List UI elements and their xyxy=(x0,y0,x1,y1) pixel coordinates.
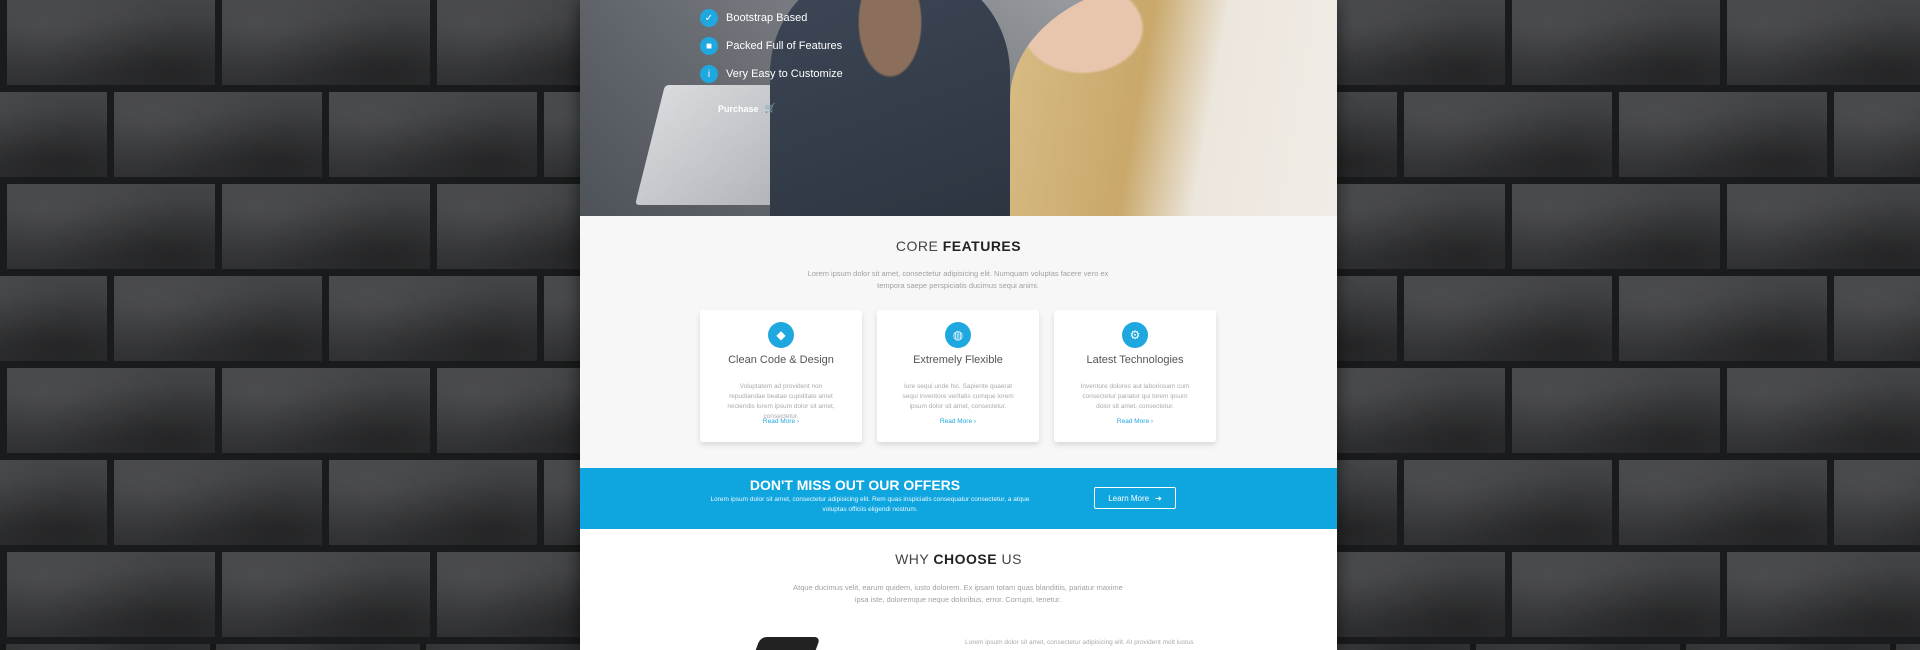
hero-feature-list: ✓ Bootstrap Based ■ Packed Full of Featu… xyxy=(700,4,843,88)
section-title: CORE FEATURES xyxy=(895,238,1022,254)
woman-photo xyxy=(1010,0,1337,216)
learn-more-button[interactable]: Learn More ➔ xyxy=(1094,487,1176,509)
why-text: Lorem ipsum dolor sit amet, consectetur … xyxy=(965,639,1194,646)
box-icon: ■ xyxy=(700,37,718,55)
core-features-section: CORE FEATURES Lorem ipsum dolor sit amet… xyxy=(580,216,1337,468)
feature-card: ◆ Clean Code & Design Voluptatem ad prov… xyxy=(700,310,862,442)
read-more-link[interactable]: Read More › xyxy=(700,418,862,425)
diamond-icon: ◆ xyxy=(768,322,794,348)
offers-title: DON'T MISS OUT OUR OFFERS xyxy=(749,477,961,493)
card-title: Extremely Flexible xyxy=(913,354,1003,366)
hero-feature-label: Very Easy to Customize xyxy=(726,68,843,80)
check-icon: ✓ xyxy=(700,9,718,27)
purchase-button[interactable]: Purchase 🛒 xyxy=(712,99,782,118)
globe-icon: ◍ xyxy=(945,322,971,348)
info-icon: i xyxy=(700,65,718,83)
hero-feature-label: Bootstrap Based xyxy=(726,12,808,24)
website-mockup: ✓ Bootstrap Based ■ Packed Full of Featu… xyxy=(580,0,1337,650)
purchase-label: Purchase xyxy=(718,103,759,114)
feature-cards: ◆ Clean Code & Design Voluptatem ad prov… xyxy=(700,310,1216,442)
section-subtitle: Lorem ipsum dolor sit amet, consectetur … xyxy=(807,269,1109,290)
card-title: Latest Technologies xyxy=(1086,354,1184,366)
why-choose-us-section: WHY CHOOSE US Atque ducimus velit, earum… xyxy=(580,529,1337,650)
hero-feature-item: ✓ Bootstrap Based xyxy=(700,4,843,32)
gear-icon: ⚙ xyxy=(1122,322,1148,348)
offers-text: Lorem ipsum dolor sit amet, consectetur … xyxy=(710,496,1030,513)
hero-feature-label: Packed Full of Features xyxy=(726,40,843,52)
feature-card: ⚙ Latest Technologies Inventore dolores … xyxy=(1054,310,1216,442)
device-image xyxy=(749,637,821,650)
read-more-link[interactable]: Read More › xyxy=(1054,418,1216,425)
cart-icon: 🛒 xyxy=(764,103,776,113)
hero-feature-item: i Very Easy to Customize xyxy=(700,60,843,88)
read-more-link[interactable]: Read More › xyxy=(877,418,1039,425)
card-title: Clean Code & Design xyxy=(728,354,834,366)
hero-feature-item: ■ Packed Full of Features xyxy=(700,32,843,60)
arrow-right-icon: ➔ xyxy=(1155,493,1162,503)
section-title: WHY CHOOSE US xyxy=(895,551,1022,567)
feature-card: ◍ Extremely Flexible Iure sequi unde hic… xyxy=(877,310,1039,442)
learn-more-label: Learn More xyxy=(1108,493,1150,503)
card-text: Iure sequi unde hic. Sapiente quaerat se… xyxy=(902,383,1014,410)
hero-section: ✓ Bootstrap Based ■ Packed Full of Featu… xyxy=(580,0,1337,216)
offers-banner: DON'T MISS OUT OUR OFFERS Lorem ipsum do… xyxy=(580,468,1337,529)
section-subtitle: Atque ducimus velit, earum quidem, iusto… xyxy=(793,583,1123,604)
card-text: Inventore dolores aut laboriosam cum con… xyxy=(1080,383,1190,410)
card-text: Voluptatem ad provident non repudiandae … xyxy=(727,383,835,420)
